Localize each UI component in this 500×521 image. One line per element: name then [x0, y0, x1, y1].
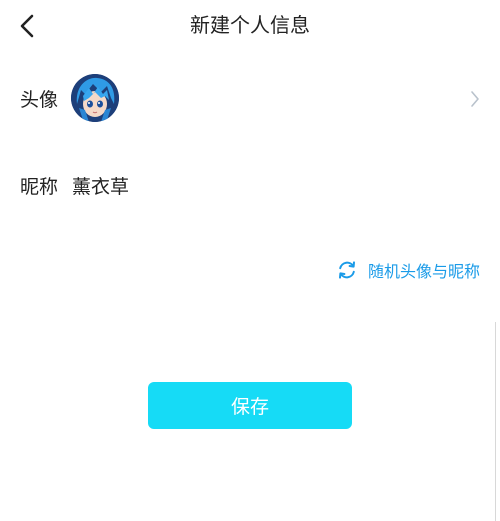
avatar-row[interactable]: 头像 — [0, 70, 500, 130]
save-button[interactable]: 保存 — [148, 382, 352, 429]
divider — [495, 322, 496, 521]
nickname-label: 昵称 — [20, 176, 59, 198]
page-title: 新建个人信息 — [190, 13, 310, 37]
avatar-label: 头像 — [20, 89, 59, 111]
chevron-right-icon — [471, 91, 479, 107]
nickname-row: 昵称 薰衣草 — [0, 170, 500, 206]
anime-avatar-image — [71, 74, 119, 122]
refresh-icon — [338, 261, 355, 279]
random-label: 随机头像与昵称 — [367, 262, 480, 281]
random-avatar-nickname-button[interactable]: 随机头像与昵称 — [336, 257, 480, 283]
avatar[interactable] — [71, 74, 119, 122]
nickname-input[interactable]: 薰衣草 — [72, 174, 129, 200]
top-bar: 新建个人信息 — [0, 0, 500, 52]
